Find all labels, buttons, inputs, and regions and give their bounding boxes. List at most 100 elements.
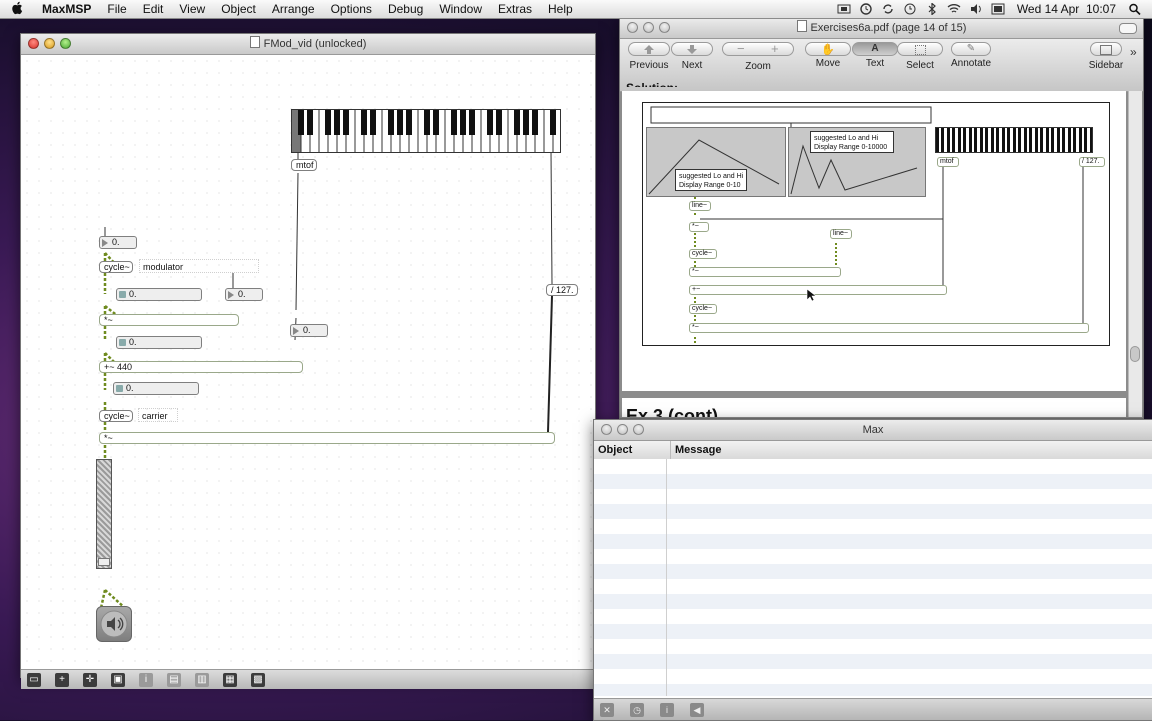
preview-zoom-button[interactable] xyxy=(659,22,670,33)
cycle-carrier-object[interactable]: cycle~ xyxy=(99,410,133,422)
figure-cycle-a: cycle~ xyxy=(689,249,717,259)
document-icon xyxy=(249,36,260,48)
zoom-control[interactable]: − + Zoom xyxy=(722,41,794,72)
presentation-icon[interactable]: ▣ xyxy=(111,672,125,687)
multiply-signal-object[interactable]: *~ xyxy=(99,314,239,326)
menu-edit[interactable]: Edit xyxy=(135,2,172,16)
menu-object[interactable]: Object xyxy=(213,2,264,16)
wifi-icon[interactable] xyxy=(947,3,961,15)
menu-extras[interactable]: Extras xyxy=(490,2,540,16)
console-log-list[interactable] xyxy=(594,459,1152,696)
console-close-button[interactable] xyxy=(601,424,612,435)
toolbar-overflow-icon[interactable]: » xyxy=(1130,45,1137,59)
menu-help[interactable]: Help xyxy=(540,2,581,16)
preview-titlebar[interactable]: Exercises6a.pdf (page 14 of 15) xyxy=(620,18,1143,39)
column-object[interactable]: Object xyxy=(594,441,671,459)
new-object-icon[interactable]: + xyxy=(55,672,69,687)
align-icon[interactable]: ▤ xyxy=(167,672,181,687)
zoom-button[interactable] xyxy=(60,38,71,49)
console-minimize-button[interactable] xyxy=(617,424,628,435)
app-menu-maxmsp[interactable]: MaxMSP xyxy=(34,2,99,16)
patcher-title: FMod_vid (unlocked) xyxy=(263,38,367,50)
mouse-cursor-icon xyxy=(806,288,816,302)
menu-debug[interactable]: Debug xyxy=(380,2,431,16)
minimize-button[interactable] xyxy=(44,38,55,49)
battery-icon[interactable] xyxy=(991,3,1005,15)
volume-icon[interactable] xyxy=(969,3,983,15)
column-message[interactable]: Message xyxy=(671,441,721,459)
timestamp-icon[interactable]: ◷ xyxy=(630,702,644,717)
figure-frame: suggested Lo and Hi Display Range 0-10 su… xyxy=(642,102,1110,346)
patcher-titlebar[interactable]: FMod_vid (unlocked) xyxy=(21,34,595,55)
number-box-right[interactable]: 0. xyxy=(225,288,263,301)
menu-arrange[interactable]: Arrange xyxy=(264,2,323,16)
preview-scrollbar[interactable] xyxy=(1128,91,1142,417)
clear-console-icon[interactable]: ✕ xyxy=(600,702,614,717)
select-marquee-icon xyxy=(914,45,926,55)
kslider-keyboard[interactable] xyxy=(291,109,561,153)
menu-window[interactable]: Window xyxy=(431,2,490,16)
console-zoom-button[interactable] xyxy=(633,424,644,435)
multiply-signal-output-object[interactable]: *~ xyxy=(99,432,555,444)
bluetooth-icon[interactable] xyxy=(925,3,939,15)
divide-127-object[interactable]: / 127. xyxy=(546,284,578,296)
menubar-clock[interactable]: Wed 14 Apr 10:07 xyxy=(1013,2,1120,16)
clock-icon[interactable] xyxy=(903,3,917,15)
figure-mtof: mtof xyxy=(937,157,959,167)
screen-recorder-icon[interactable] xyxy=(837,3,851,15)
gain-slider-knob[interactable] xyxy=(98,558,110,566)
inspector-icon[interactable]: i xyxy=(139,672,153,687)
preview-close-button[interactable] xyxy=(627,22,638,33)
number-box-top[interactable]: 0. xyxy=(99,236,137,249)
pdf-next-page[interactable]: Ex 3 (cont) xyxy=(622,398,1126,417)
text-tool-button[interactable]: A Text xyxy=(852,42,898,69)
sidebar-button[interactable]: Sidebar xyxy=(1086,42,1126,71)
cycle-modulator-object[interactable]: cycle~ xyxy=(99,261,133,273)
select-tool-button[interactable]: Select xyxy=(897,42,943,71)
add-440-signal-object[interactable]: +~ 440 xyxy=(99,361,303,373)
keyboard-keys xyxy=(292,110,556,152)
number-box-mid[interactable]: 0. xyxy=(290,324,328,337)
time-machine-icon[interactable] xyxy=(859,3,873,15)
menu-view[interactable]: View xyxy=(171,2,213,16)
pdf-document-icon xyxy=(796,20,807,32)
zoom-out-icon[interactable]: − xyxy=(737,41,745,56)
ezdac-speaker-button[interactable] xyxy=(96,606,132,642)
figure-line-1: line~ xyxy=(689,201,711,211)
grid-icon[interactable]: ▦ xyxy=(223,672,237,687)
figure-cycle-b: cycle~ xyxy=(689,304,717,314)
snap-grid-icon[interactable]: ▩ xyxy=(251,672,265,687)
flonum-frequency[interactable]: 0. xyxy=(116,336,202,349)
toolbar-toggle-button[interactable] xyxy=(1119,23,1137,34)
console-titlebar[interactable]: Max xyxy=(594,420,1152,441)
close-button[interactable] xyxy=(28,38,39,49)
zoom-in-icon[interactable]: + xyxy=(771,41,779,56)
console-header: Object Message xyxy=(594,441,1152,460)
preview-scroll-thumb[interactable] xyxy=(1130,346,1140,362)
move-icon[interactable]: ✛ xyxy=(83,672,97,687)
menu-file[interactable]: File xyxy=(99,2,134,16)
flonum-index[interactable]: 0. xyxy=(116,288,202,301)
patcher-canvas[interactable]: mtof 0. cycle~ modulator 0. 0. *~ 0. 0. … xyxy=(21,55,595,669)
console-info-icon[interactable]: i xyxy=(660,702,674,717)
sync-icon[interactable] xyxy=(881,3,895,15)
previous-button[interactable]: Previous xyxy=(626,42,672,71)
flonum-amplitude[interactable]: 0. xyxy=(113,382,199,395)
next-button[interactable]: Next xyxy=(670,42,714,71)
lock-icon[interactable]: ▭ xyxy=(27,672,41,687)
gain-slider[interactable] xyxy=(96,459,112,569)
text-cursor-icon: A xyxy=(871,43,879,54)
spotlight-search-icon[interactable] xyxy=(1128,3,1142,15)
distribute-icon[interactable]: ▥ xyxy=(195,672,209,687)
annotate-button[interactable]: ✎ Annotate xyxy=(948,42,994,69)
move-tool-button[interactable]: ✋ Move xyxy=(805,42,851,69)
pdf-page[interactable]: Solution: xyxy=(622,81,1126,391)
speaker-icon xyxy=(100,610,128,638)
mtof-object[interactable]: mtof xyxy=(291,159,317,171)
column-divider xyxy=(666,459,667,696)
graph-label-2: suggested Lo and Hi Display Range 0-10000 xyxy=(810,131,894,153)
apple-menu-icon[interactable] xyxy=(0,1,34,18)
back-arrow-icon[interactable]: ◀ xyxy=(690,702,704,717)
preview-minimize-button[interactable] xyxy=(643,22,654,33)
menu-options[interactable]: Options xyxy=(323,2,380,16)
